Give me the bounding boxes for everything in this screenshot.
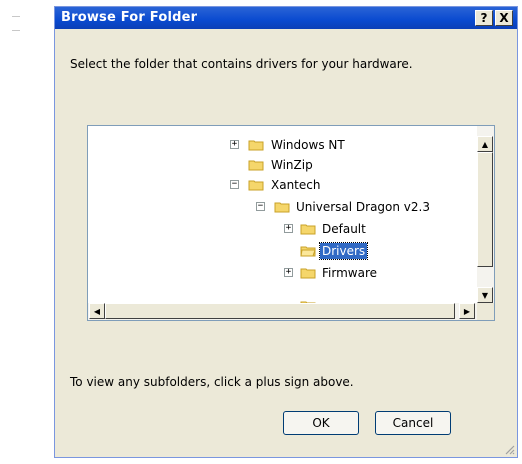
folder-icon (300, 268, 316, 279)
expand-icon[interactable]: + (230, 140, 239, 149)
vertical-scroll-thumb[interactable] (477, 152, 493, 267)
vertical-scrollbar[interactable]: ▲ ▼ (477, 126, 494, 303)
scroll-down-button[interactable]: ▼ (477, 287, 493, 303)
folder-tree[interactable]: + Windows NT WinZip − Xantech − Universa… (87, 125, 495, 321)
tree-item-label: Default (322, 222, 366, 236)
tree-item-label-selected: Drivers (318, 242, 369, 260)
resize-grip-icon[interactable] (503, 443, 515, 455)
folder-icon (248, 160, 264, 171)
collapse-icon[interactable]: − (230, 180, 239, 189)
title-bar[interactable]: Browse For Folder ? X (55, 7, 517, 29)
folder-icon (248, 180, 264, 191)
window-title: Browse For Folder (61, 10, 198, 25)
browse-for-folder-dialog: Browse For Folder ? X Select the folder … (54, 6, 518, 458)
tree-item-label: WinZip (271, 158, 313, 172)
tree-item-label: Xantech (271, 178, 321, 192)
collapse-icon[interactable]: − (256, 202, 265, 211)
horizontal-scrollbar[interactable]: ◀ ▶ (88, 303, 477, 320)
open-folder-icon (300, 246, 316, 257)
scroll-up-button[interactable]: ▲ (477, 136, 493, 152)
scroll-right-button[interactable]: ▶ (459, 303, 475, 319)
scroll-corner (477, 303, 494, 320)
instruction-text: Select the folder that contains drivers … (70, 57, 413, 71)
tree-item-label: Firmware (322, 266, 377, 280)
folder-icon (300, 224, 316, 235)
cancel-button[interactable]: Cancel (375, 411, 451, 435)
ok-button[interactable]: OK (283, 411, 359, 435)
hint-text: To view any subfolders, click a plus sig… (70, 375, 354, 389)
help-button[interactable]: ? (475, 10, 493, 26)
folder-icon (248, 140, 264, 151)
horizontal-scroll-thumb[interactable] (105, 303, 455, 319)
scroll-left-button[interactable]: ◀ (89, 303, 105, 319)
edge-mark (0, 0, 24, 40)
expand-icon[interactable]: + (284, 268, 293, 277)
folder-icon (274, 202, 290, 213)
expand-icon[interactable]: + (284, 224, 293, 233)
tree-item-label: Universal Dragon v2.3 (296, 200, 430, 214)
close-button[interactable]: X (495, 10, 513, 26)
tree-item-label: Windows NT (271, 138, 345, 152)
